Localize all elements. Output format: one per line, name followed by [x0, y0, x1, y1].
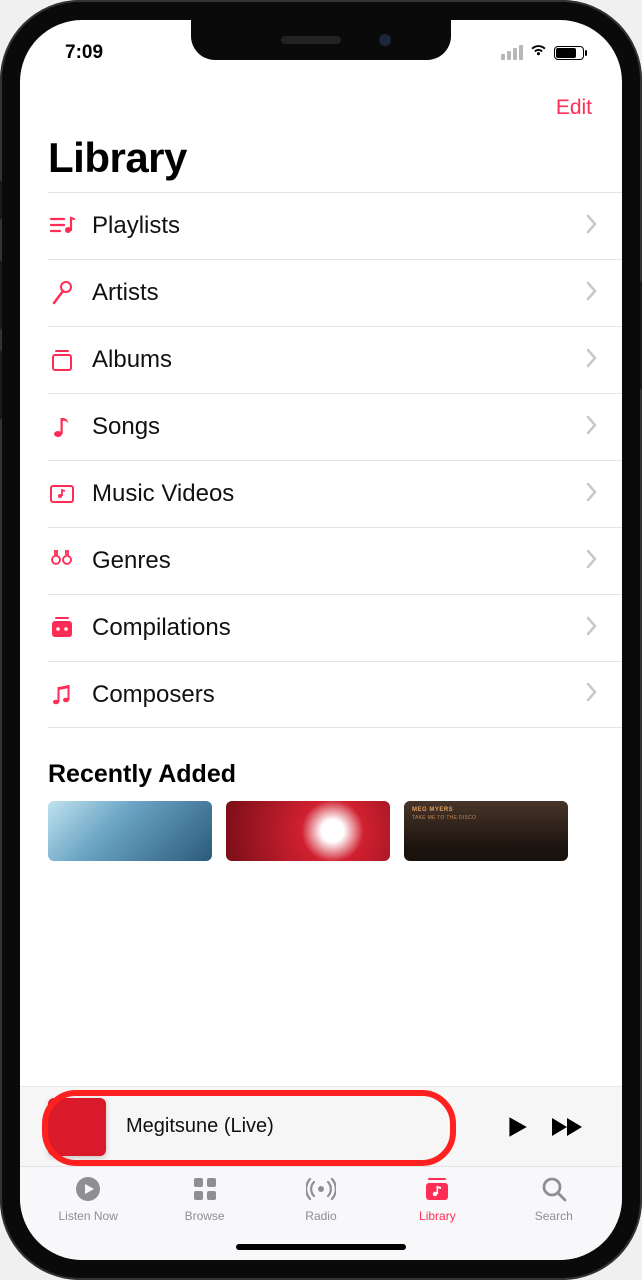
page-title: Library — [20, 128, 622, 192]
tab-label: Library — [419, 1209, 456, 1223]
list-item-composers[interactable]: Composers — [48, 661, 622, 728]
chevron-right-icon — [586, 281, 598, 306]
now-playing-artwork — [48, 1098, 106, 1156]
list-item-songs[interactable]: Songs — [48, 393, 622, 460]
now-playing-title: Megitsune (Live) — [106, 1115, 494, 1138]
list-item-label: Composers — [92, 681, 586, 709]
composer-icon — [48, 681, 92, 709]
tab-label: Search — [535, 1209, 573, 1223]
guitar-icon — [48, 547, 92, 575]
album-stack-icon — [48, 346, 92, 374]
chevron-right-icon — [586, 549, 598, 574]
album-thumbnail[interactable] — [226, 801, 390, 861]
chevron-right-icon — [586, 415, 598, 440]
wifi-icon — [529, 43, 548, 62]
tab-radio[interactable]: Radio — [263, 1175, 379, 1223]
library-icon — [422, 1175, 452, 1206]
chevron-right-icon — [586, 682, 598, 707]
search-icon — [539, 1175, 569, 1206]
playlist-icon — [48, 212, 92, 240]
fast-forward-button[interactable] — [540, 1114, 596, 1140]
chevron-right-icon — [586, 482, 598, 507]
list-item-label: Songs — [92, 413, 586, 441]
home-indicator[interactable] — [236, 1244, 406, 1250]
music-video-icon — [48, 480, 92, 508]
list-item-compilations[interactable]: Compilations — [48, 594, 622, 661]
status-time: 7:09 — [65, 42, 103, 64]
list-item-albums[interactable]: Albums — [48, 326, 622, 393]
device-notch — [191, 20, 451, 60]
list-item-label: Genres — [92, 547, 586, 575]
tab-browse[interactable]: Browse — [146, 1175, 262, 1223]
list-item-label: Playlists — [92, 212, 586, 240]
tab-label: Browse — [185, 1209, 225, 1223]
album-thumbnail[interactable] — [48, 801, 212, 861]
music-note-icon — [48, 413, 92, 441]
list-item-music-videos[interactable]: Music Videos — [48, 460, 622, 527]
tab-search[interactable]: Search — [496, 1175, 612, 1223]
album-title-text: TAKE ME TO THE DISCO — [412, 815, 476, 821]
tab-listen-now[interactable]: Listen Now — [30, 1175, 146, 1223]
chevron-right-icon — [586, 214, 598, 239]
cellular-icon — [501, 45, 523, 60]
list-item-label: Compilations — [92, 614, 586, 642]
grid-icon — [190, 1175, 220, 1206]
list-item-genres[interactable]: Genres — [48, 527, 622, 594]
compilation-icon — [48, 614, 92, 642]
list-item-label: Artists — [92, 279, 586, 307]
recently-added-row: MEG MYERS TAKE ME TO THE DISCO — [20, 801, 622, 861]
battery-icon — [554, 46, 584, 60]
list-item-artists[interactable]: Artists — [48, 259, 622, 326]
radio-icon — [306, 1175, 336, 1206]
play-circle-icon — [73, 1175, 103, 1206]
microphone-icon — [48, 279, 92, 307]
tab-library[interactable]: Library — [379, 1175, 495, 1223]
tab-label: Radio — [305, 1209, 336, 1223]
section-recently-added-title: Recently Added — [20, 728, 622, 801]
list-item-playlists[interactable]: Playlists — [48, 192, 622, 259]
play-button[interactable] — [494, 1114, 540, 1140]
chevron-right-icon — [586, 348, 598, 373]
list-item-label: Music Videos — [92, 480, 586, 508]
chevron-right-icon — [586, 616, 598, 641]
now-playing-bar[interactable]: Megitsune (Live) — [20, 1086, 622, 1166]
library-category-list: Playlists Artists Albums — [20, 192, 622, 728]
tab-label: Listen Now — [59, 1209, 118, 1223]
album-artist-text: MEG MYERS — [412, 807, 453, 813]
list-item-label: Albums — [92, 346, 586, 374]
album-thumbnail[interactable]: MEG MYERS TAKE ME TO THE DISCO — [404, 801, 568, 861]
edit-button[interactable]: Edit — [556, 96, 592, 120]
